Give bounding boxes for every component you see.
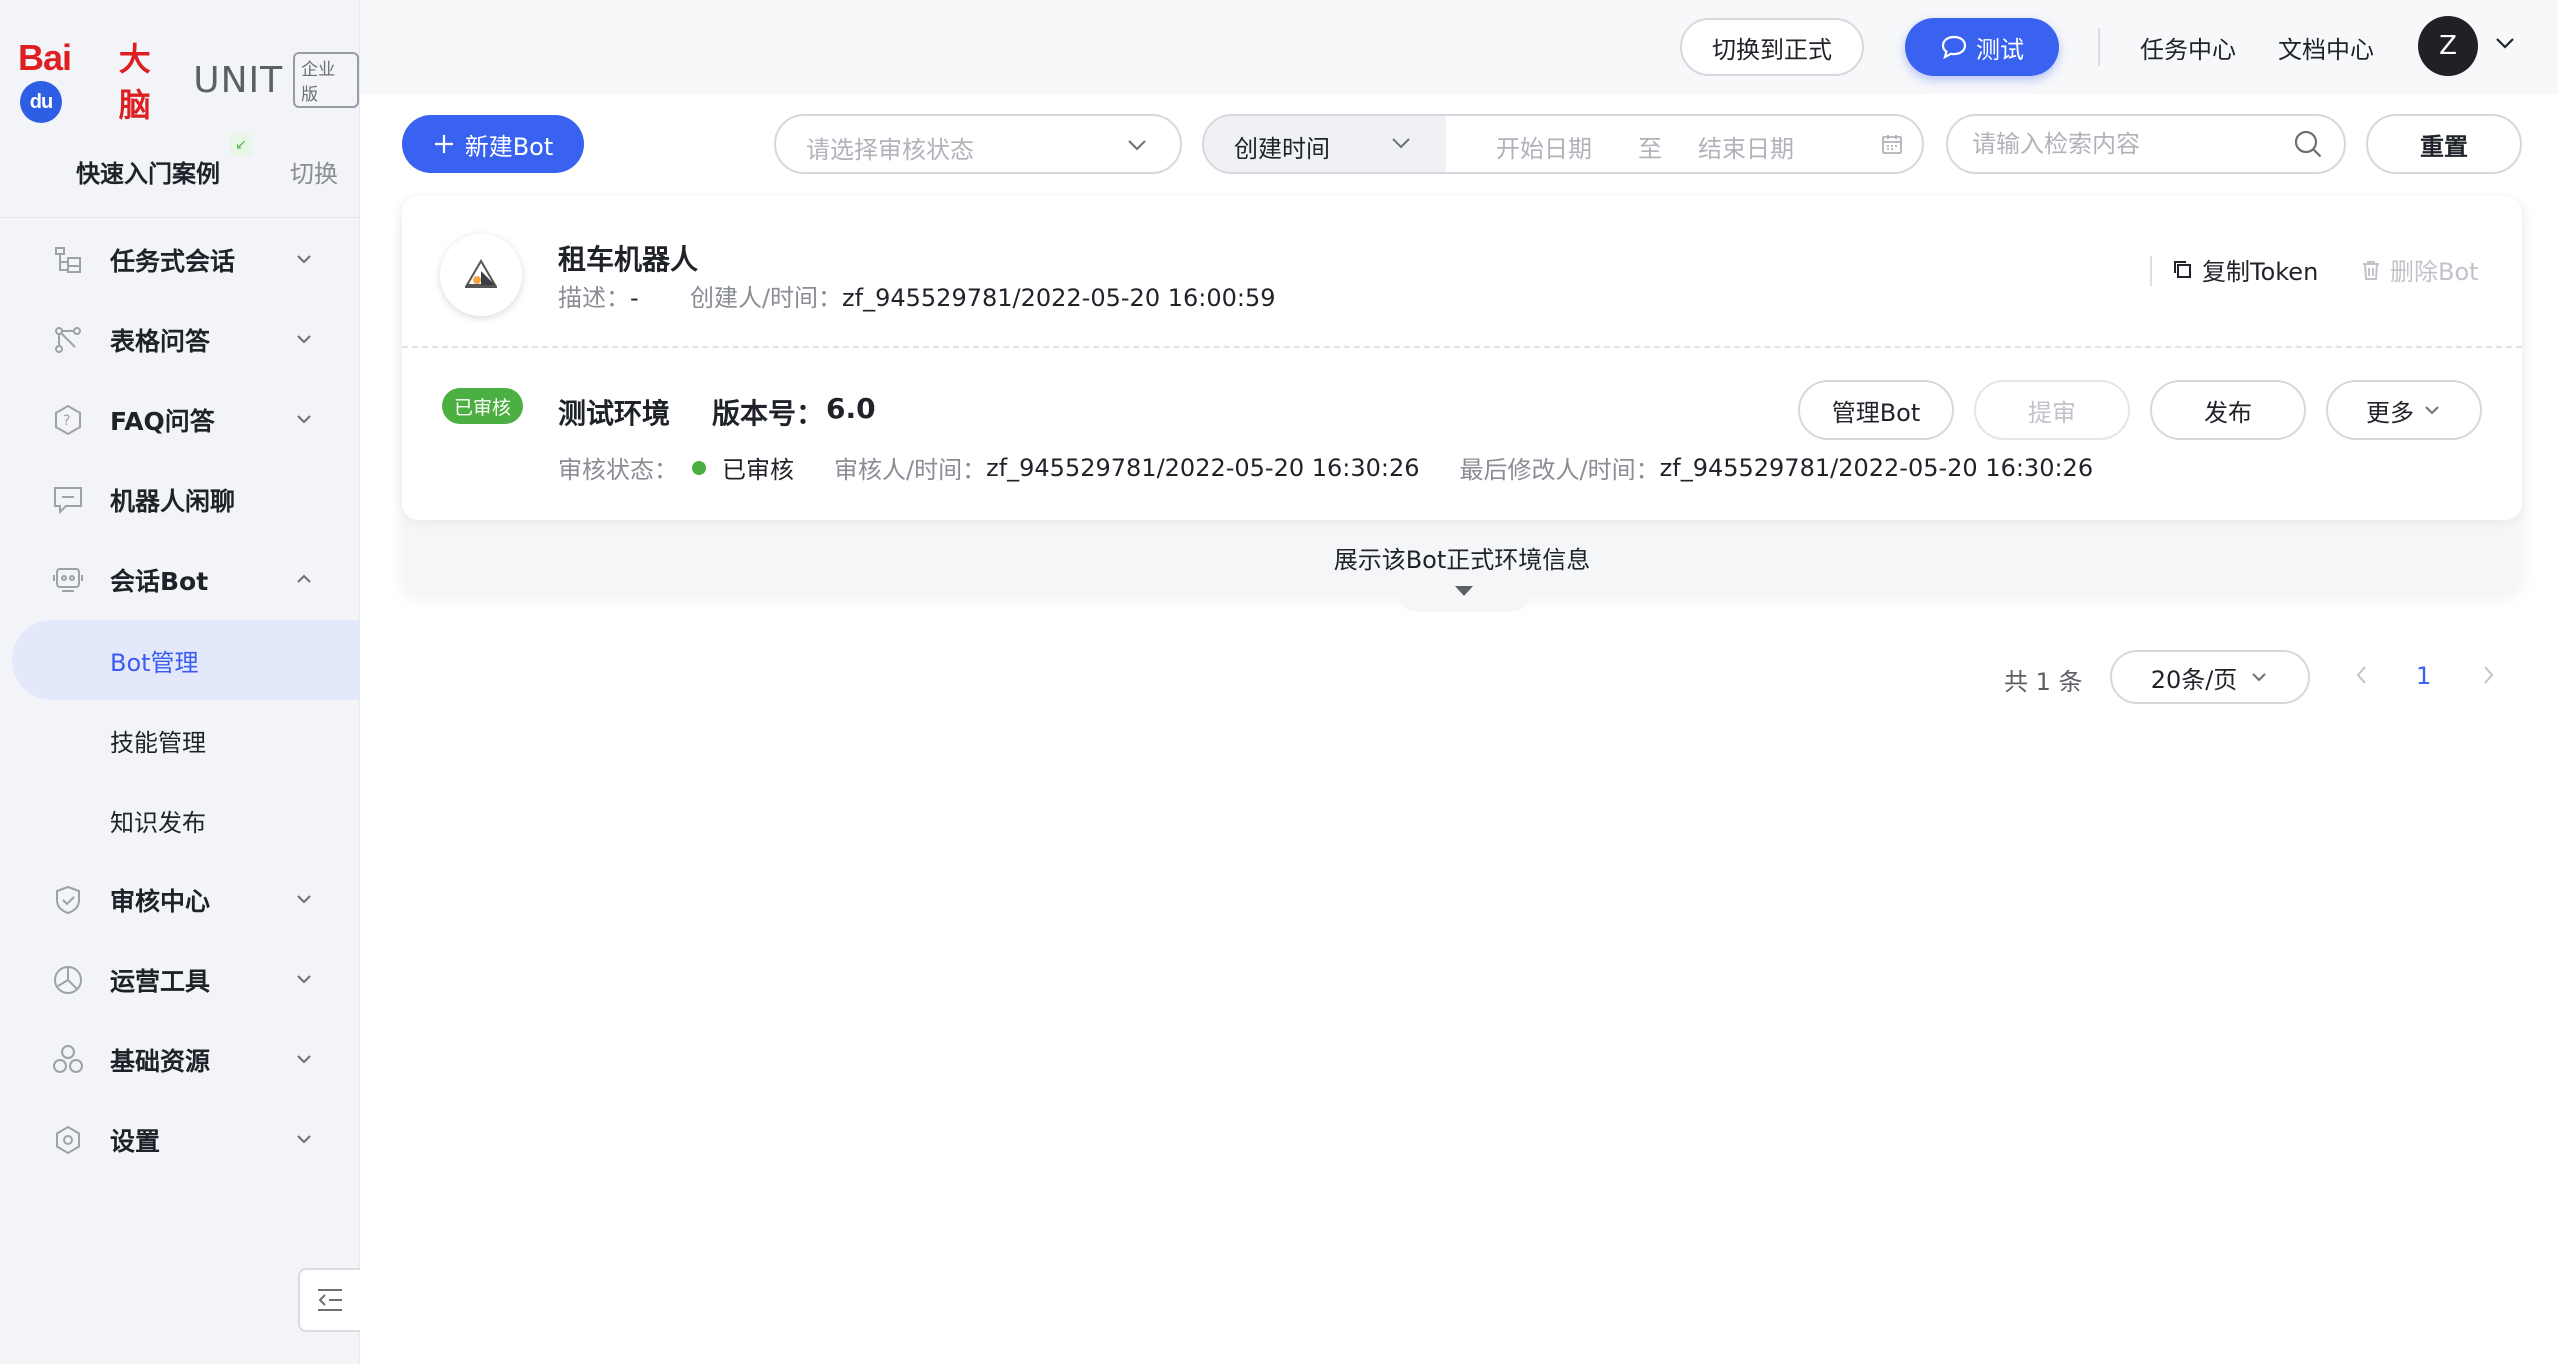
doc-center-link[interactable]: 文档中心 [2278,30,2374,65]
search-input[interactable] [1972,126,2272,162]
topbar-divider [2098,28,2100,66]
date-separator: 至 [1638,135,1662,163]
next-page-button[interactable] [2478,662,2498,695]
user-avatar[interactable]: Z [2418,16,2478,76]
chat-bubble-icon [1941,35,1967,60]
bot-card: 租车机器人 描述：- 创建人/时间：zf_945529781/2022-05-2… [402,196,2522,520]
product-name: UNIT [193,59,284,101]
reset-button[interactable]: 重置 [2366,114,2522,174]
page-size-select[interactable]: 20条/页 [2110,650,2310,704]
task-center-link[interactable]: 任务中心 [2140,30,2236,65]
bot-meta: 描述：- 创建人/时间：zf_945529781/2022-05-20 16:0… [558,284,1276,312]
sidebar-item-bot-manage[interactable]: Bot管理 [12,620,360,700]
chevron-down-icon [294,1049,316,1071]
bot-avatar [440,234,522,316]
chevron-up-icon [294,569,316,591]
table-qa-icon [50,322,86,358]
baidu-unit-logo[interactable]: Baidu 大脑 UNIT 企业版 [18,37,359,124]
edition-badge: 企业版 [293,52,359,108]
menu-base-resources[interactable]: 基础资源 [0,1020,360,1100]
chevron-down-icon [1388,130,1414,160]
new-arrow-icon: ↙ [230,134,252,156]
chevron-down-icon [294,409,316,431]
chevron-down-icon [2425,406,2439,415]
more-button[interactable]: 更多 [2326,380,2482,440]
delete-bot-button[interactable]: 删除Bot [2360,252,2479,287]
calendar-icon [1880,132,1904,160]
sidebar: Baidu 大脑 UNIT 企业版 快速入门案例 切换 ↙ 任务式会话 表格问答… [0,0,360,1364]
baidu-paw-icon: du [20,81,62,124]
copy-token-button[interactable]: 复制Token [2172,252,2318,287]
review-status-select[interactable]: 请选择审核状态 [774,114,1182,174]
task-dialog-icon [50,242,86,278]
manage-bot-button[interactable]: 管理Bot [1798,380,1954,440]
menu-review-center[interactable]: 审核中心 [0,860,360,940]
publish-button[interactable]: 发布 [2150,380,2306,440]
switch-to-production-button[interactable]: 切换到正式 [1680,18,1864,76]
bot-logo-icon [465,259,497,288]
resource-icon [50,1042,86,1078]
chevron-down-icon[interactable] [2492,30,2518,60]
bot-name[interactable]: 租车机器人 [558,238,698,278]
chevron-down-icon [294,249,316,271]
submit-review-button[interactable]: 提审 [1974,380,2130,440]
menu-chitchat[interactable]: 机器人闲聊 [0,460,360,540]
sidebar-item-skill-manage[interactable]: 技能管理 [0,700,360,780]
chevron-down-icon [2252,673,2267,682]
collapse-icon [318,1289,342,1311]
status-badge: 已审核 [442,388,524,424]
bot-icon [50,562,86,598]
quick-start-row: 快速入门案例 切换 [0,140,360,218]
start-date-input[interactable]: 开始日期 [1496,129,1592,164]
shield-check-icon [50,882,86,918]
quick-start-link[interactable]: 快速入门案例 [76,154,220,189]
menu-table-qa[interactable]: 表格问答 [0,300,360,380]
prev-page-button[interactable] [2352,662,2372,695]
expand-toggle[interactable] [1396,570,1532,612]
menu-ops-tools[interactable]: 运营工具 [0,940,360,1020]
chevron-down-icon [294,889,316,911]
menu-dialog-bot[interactable]: 会话Bot [0,540,360,620]
chevron-down-icon [294,329,316,351]
faq-icon: ? [50,402,86,438]
new-bot-button[interactable]: 新建Bot [402,115,584,173]
version-number: 6.0 [826,392,876,425]
baidu-logo: Baidu [18,37,115,124]
date-type-select[interactable]: 创建时间 [1204,116,1446,172]
svg-text:?: ? [63,413,70,429]
page-number[interactable]: 1 [2416,662,2431,690]
menu-faq[interactable]: ? FAQ问答 [0,380,360,460]
pagination-total: 共 1 条 [2004,668,2083,696]
chat-icon [50,482,86,518]
menu-settings[interactable]: 设置 [0,1100,360,1180]
chevron-left-icon [2356,666,2366,684]
search-icon[interactable] [2292,128,2324,164]
card-dashed-divider [402,346,2522,348]
version-label: 版本号： [712,397,825,430]
gear-icon [50,1122,86,1158]
env-meta: 审核状态： 已审核 审核人/时间： zf_945529781/2022-05-20… [558,453,2094,485]
chevron-down-icon [1124,132,1150,162]
card-divider [2150,256,2152,286]
chevron-right-icon [2484,666,2494,684]
env-name: 测试环境 [558,397,671,430]
plus-icon [434,135,453,153]
collapse-sidebar-button[interactable] [298,1268,360,1332]
copy-icon [2174,260,2191,278]
trash-icon [2363,260,2379,280]
menu-task-dialog[interactable]: 任务式会话 [0,220,360,300]
date-range-picker[interactable]: 创建时间 开始日期 至 结束日期 [1202,114,1924,174]
search-box [1946,114,2346,174]
sidebar-item-knowledge-publish[interactable]: 知识发布 [0,780,360,860]
chevron-down-icon [294,969,316,991]
status-dot [692,460,706,475]
caret-down-icon [1455,586,1473,596]
chevron-down-icon [294,1129,316,1151]
switch-link[interactable]: 切换 [290,154,338,189]
test-button[interactable]: 测试 [1905,18,2059,76]
end-date-input[interactable]: 结束日期 [1698,129,1794,164]
ops-tool-icon [50,962,86,998]
